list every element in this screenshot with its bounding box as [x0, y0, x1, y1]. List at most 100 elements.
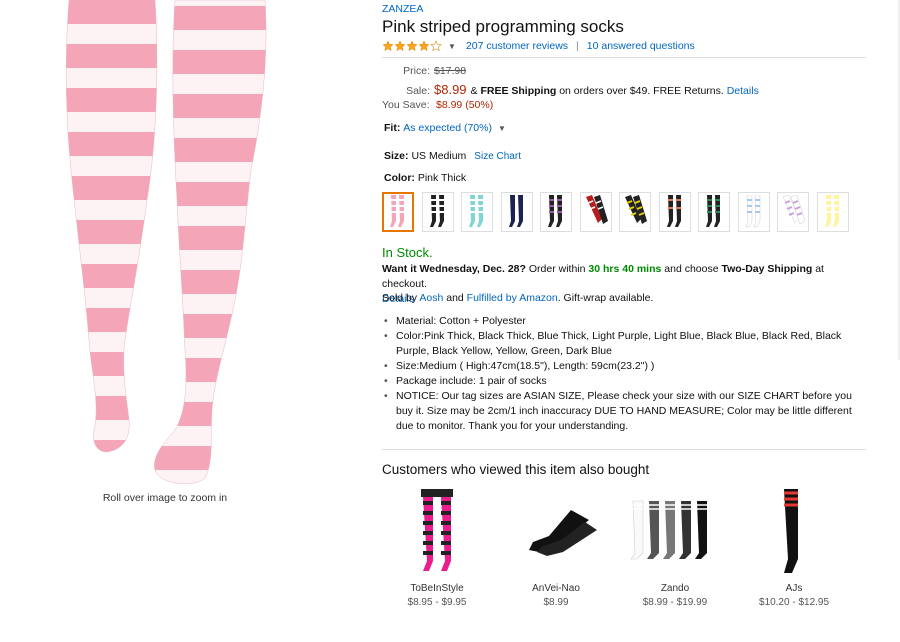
list-price: $17.98: [434, 65, 467, 77]
sock-thumbnail-icon: [508, 195, 523, 227]
fulfilled-by-amazon-link[interactable]: Fulfilled by Amazon: [467, 292, 558, 304]
sock-thumbnail-icon: [630, 500, 707, 560]
color-value: Pink Thick: [417, 172, 467, 184]
chevron-down-icon[interactable]: ▼: [448, 42, 456, 51]
also-bought-name[interactable]: Zando: [620, 583, 730, 594]
also-bought-title: Customers who viewed this item also boug…: [382, 462, 650, 477]
price-block: Price: $17.98 Sale: $8.99 & FREE Shippin…: [382, 65, 866, 116]
swatch-dark-blue[interactable]: [500, 192, 533, 232]
sock-thumbnail-icon: [706, 195, 720, 227]
star-rating[interactable]: [382, 40, 442, 52]
order-within: Order within: [525, 263, 589, 275]
gift-wrap-text: . Gift-wrap available.: [557, 292, 654, 304]
sock-thumbnail-icon: [429, 195, 444, 227]
save-value: $8.99 (50%): [436, 99, 494, 111]
swatch-blue-thick[interactable]: [461, 192, 493, 232]
free-shipping: FREE Shipping: [480, 85, 557, 97]
feature-bullets: Material: Cotton + Polyester Color:Pink …: [382, 314, 866, 434]
product-title: Pink striped programming socks: [382, 17, 624, 36]
swatch-pink-thick[interactable]: [382, 192, 414, 232]
sock-thumbnail-icon: [585, 195, 608, 224]
sock-thumbnail-icon: [469, 195, 483, 227]
color-swatches: [382, 192, 856, 232]
divider: [382, 57, 866, 58]
divider: |: [576, 40, 579, 52]
also-bought-name[interactable]: ToBeInStyle: [382, 583, 492, 594]
sold-by: Sold by Aosh and Fulfilled by Amazon. Gi…: [382, 292, 653, 304]
fit-row: Fit: As expected (70%) ▼: [384, 122, 516, 134]
swatch-black-purple[interactable]: [540, 192, 572, 232]
reviews-link[interactable]: 207 customer reviews: [466, 40, 568, 52]
two-day-shipping: Two-Day Shipping: [721, 263, 813, 275]
also-bought-carousel: ToBeInStyle $8.95 - $9.95 AnVei-Nao $8.9…: [382, 485, 866, 615]
shipping-suffix: on orders over $49. FREE Returns.: [556, 85, 724, 97]
divider: [382, 449, 866, 450]
sock-thumbnail-icon: [782, 195, 805, 225]
swatch-black-blue[interactable]: [658, 192, 691, 232]
swatch-green[interactable]: [698, 192, 730, 232]
price-label: Price:: [403, 65, 430, 77]
feature-bullet: Size:Medium ( High:47cm(18.5"), Length: …: [382, 359, 866, 374]
fit-link[interactable]: As expected (70%): [403, 122, 492, 134]
swatch-yellow[interactable]: [816, 192, 849, 232]
save-label: You Save:: [382, 99, 430, 111]
also-bought-name[interactable]: AnVei-Nao: [501, 583, 611, 594]
swatch-light-purple[interactable]: [777, 192, 809, 232]
star-icon: [382, 40, 394, 52]
shipping-details-link[interactable]: Details: [727, 85, 759, 97]
zoom-hint: Roll over image to zoom in: [102, 492, 228, 504]
feature-bullet: Color:Pink Thick, Black Thick, Blue Thic…: [382, 329, 866, 359]
answered-questions-link[interactable]: 10 answered questions: [587, 40, 695, 52]
sock-thumbnail-icon: [824, 195, 839, 227]
choose-text: and choose: [661, 263, 722, 275]
rating-row: ▼ 207 customer reviews | 10 answered que…: [382, 39, 695, 53]
color-row: Color: Pink Thick: [384, 172, 466, 184]
product-thumbnail[interactable]: [739, 485, 849, 579]
sock-thumbnail-icon: [745, 195, 760, 228]
shipping-prefix: &: [470, 85, 481, 97]
star-empty-icon: [430, 40, 442, 52]
sock-thumbnail-icon: [666, 195, 681, 227]
also-bought-name[interactable]: AJs: [739, 583, 849, 594]
product-thumbnail[interactable]: [382, 485, 492, 579]
size-label: Size:: [384, 150, 409, 162]
shipping-info: & FREE Shipping on orders over $49. FREE…: [471, 85, 759, 97]
sock-thumbnail-icon: [784, 489, 798, 573]
image-panel: Roll over image to zoom in: [0, 0, 340, 642]
and-text: and: [443, 292, 467, 304]
sale-price: $8.99: [434, 82, 467, 97]
size-value[interactable]: US Medium: [411, 150, 466, 162]
star-icon: [394, 40, 406, 52]
sock-thumbnail-icon: [625, 195, 647, 224]
main-product-image[interactable]: [55, 0, 285, 485]
also-bought-item[interactable]: Zando $8.99 - $19.99: [620, 485, 730, 608]
sock-thumbnail-icon: [548, 195, 562, 227]
product-thumbnail[interactable]: [501, 485, 611, 579]
swatch-light-blue[interactable]: [737, 192, 770, 232]
sale-label: Sale:: [406, 85, 430, 97]
also-bought-item[interactable]: AnVei-Nao $8.99: [501, 485, 611, 608]
product-thumbnail[interactable]: [620, 485, 730, 579]
also-bought-item[interactable]: ToBeInStyle $8.95 - $9.95: [382, 485, 492, 608]
delivery-date: Want it Wednesday, Dec. 28?: [382, 263, 526, 275]
also-bought-price: $10.20 - $12.95: [758, 597, 830, 608]
size-chart-link[interactable]: Size Chart: [474, 151, 521, 162]
star-icon: [418, 40, 430, 52]
swatch-black-thick[interactable]: [421, 192, 454, 232]
star-icon: [406, 40, 418, 52]
sold-by-prefix: Sold by: [382, 292, 420, 304]
color-label: Color:: [384, 172, 415, 184]
chevron-down-icon[interactable]: ▼: [498, 124, 506, 133]
swatch-black-yellow[interactable]: [619, 192, 651, 232]
swatch-black-red[interactable]: [579, 192, 612, 232]
also-bought-price: $8.95 - $9.95: [407, 597, 467, 608]
feature-bullet: NOTICE: Our tag sizes are ASIAN SIZE, Pl…: [382, 389, 866, 434]
sock-thumbnail-icon: [390, 195, 404, 227]
seller-link[interactable]: Aosh: [419, 292, 443, 304]
brand-link[interactable]: ZANZEA: [382, 3, 423, 15]
also-bought-price: $8.99 - $19.99: [642, 597, 708, 608]
also-bought-item[interactable]: AJs $10.20 - $12.95: [739, 485, 849, 608]
fit-label: Fit:: [384, 122, 401, 134]
sock-thumbnail-icon: [421, 489, 453, 571]
feature-bullet: Material: Cotton + Polyester: [382, 314, 866, 329]
